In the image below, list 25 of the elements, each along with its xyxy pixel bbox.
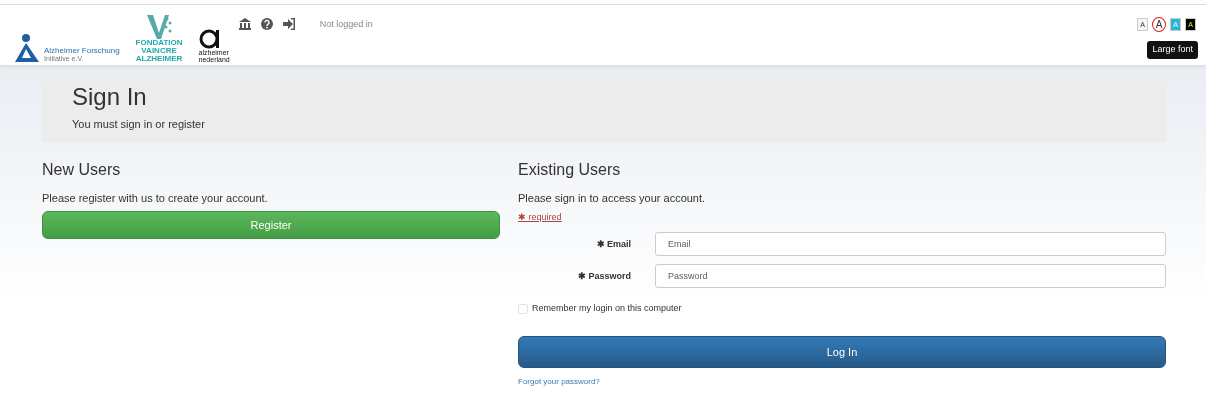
field-label: ✱ Password bbox=[577, 269, 632, 283]
field-label: ✱ Email bbox=[595, 237, 632, 251]
login-button[interactable]: Log In bbox=[518, 335, 1166, 369]
input-field[interactable]: Password bbox=[655, 264, 1166, 289]
logo-text[interactable]: Alzheimer Forschung bbox=[44, 47, 120, 56]
checkbox-label: Remember my login on this computer bbox=[532, 302, 682, 316]
required-link[interactable]: ✱ required bbox=[518, 210, 562, 225]
forgot-password-link[interactable]: Forgot your password? bbox=[518, 376, 600, 389]
font-size-button[interactable]: A bbox=[1152, 17, 1166, 32]
logo-icon bbox=[14, 33, 40, 63]
logo-icon bbox=[145, 13, 174, 39]
page-title: Sign In bbox=[72, 83, 148, 112]
section-text: Please sign in to access your account. bbox=[518, 191, 707, 207]
section-heading: New Users bbox=[42, 160, 122, 181]
remember-checkbox[interactable] bbox=[518, 304, 528, 315]
bank-icon[interactable] bbox=[237, 17, 252, 31]
section-heading: Existing Users bbox=[518, 160, 622, 181]
page-subtitle: You must sign in or register bbox=[72, 116, 206, 132]
logo-icon bbox=[198, 27, 221, 49]
help-icon[interactable] bbox=[259, 17, 274, 31]
input-field[interactable]: Email bbox=[655, 232, 1166, 257]
section-text: Please register with us to create your account. bbox=[42, 191, 269, 207]
tooltip: Large font bbox=[1147, 41, 1198, 59]
login-status: Not logged in bbox=[319, 18, 373, 31]
login-icon[interactable] bbox=[281, 17, 296, 31]
